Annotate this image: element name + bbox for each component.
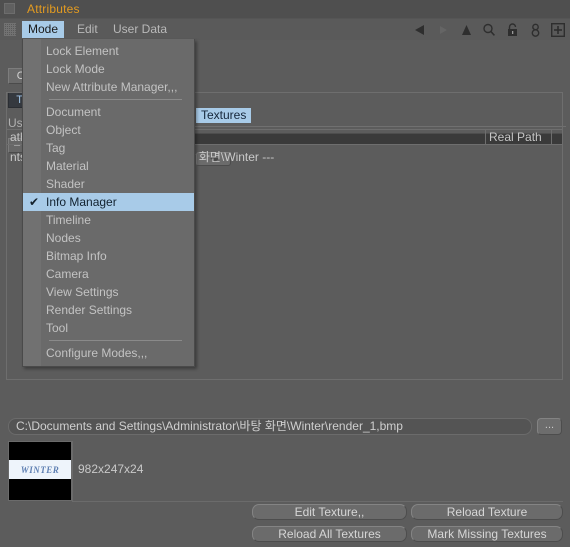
column-header-extra[interactable] [551,130,569,144]
menu-grip-icon[interactable] [4,23,16,36]
preview-image-band: WINTER [9,460,71,479]
menu-item-mode[interactable]: Mode [22,21,65,38]
menu-option-render-settings[interactable]: Render Settings [23,301,194,319]
path-bar: C:\Documents and Settings\Administrator\… [0,418,570,438]
menu-option-label: Info Manager [46,195,117,209]
check-icon: ✔ [29,195,40,209]
reload-texture-button[interactable]: Reload Texture [411,504,563,520]
texture-dimensions: 982x247x24 [78,462,144,476]
back-arrow-icon[interactable] [412,22,428,38]
mark-missing-textures-button[interactable]: Mark Missing Textures [411,526,563,542]
texture-preview[interactable]: WINTER [8,441,72,501]
menu-option-lock-mode[interactable]: Lock Mode [23,60,194,78]
menu-option-info-manager[interactable]: ✔ Info Manager [23,193,194,211]
title-bar: Attributes [0,0,570,19]
preview-divider [72,441,73,501]
menu-option-tag[interactable]: Tag [23,139,194,157]
lock-icon[interactable] [504,22,520,38]
menu-bar: Mode Edit User Data [0,19,570,41]
menu-option-material[interactable]: Material [23,157,194,175]
menu-option-configure-modes[interactable]: Configure Modes,,, [23,344,194,362]
person-icon[interactable] [527,22,543,38]
menu-option-view-settings[interactable]: View Settings [23,283,194,301]
toolbar-icon-group [412,21,566,38]
menu-option-document[interactable]: Document [23,103,194,121]
menu-option-object[interactable]: Object [23,121,194,139]
menu-separator [23,96,194,103]
reload-all-textures-button[interactable]: Reload All Textures [252,526,407,542]
edit-texture-button[interactable]: Edit Texture,, [252,504,407,520]
column-header-real-path[interactable]: Real Path [485,130,551,144]
window-grip-icon[interactable] [4,3,15,14]
menu-option-nodes[interactable]: Nodes [23,229,194,247]
texture-path-input[interactable]: C:\Documents and Settings\Administrator\… [8,418,532,435]
preview-watermark: WINTER [20,464,60,475]
preview-underline [72,501,563,502]
menu-item-edit[interactable]: Edit [71,21,104,38]
menu-option-timeline[interactable]: Timeline [23,211,194,229]
mode-dropdown-menu: Lock Element Lock Mode New Attribute Man… [22,39,195,367]
page-title: Attributes [27,2,80,16]
menu-option-new-attribute-manager[interactable]: New Attribute Manager,,, [23,78,194,96]
search-icon[interactable] [481,22,497,38]
menu-option-shader[interactable]: Shader [23,175,194,193]
menu-item-user-data[interactable]: User Data [107,21,173,38]
menu-option-camera[interactable]: Camera [23,265,194,283]
attributes-window: Attributes Mode Edit User Data O Us – Te… [0,0,570,547]
menu-option-lock-element[interactable]: Lock Element [23,42,194,60]
menu-separator [23,337,194,344]
menu-option-tool[interactable]: Tool [23,319,194,337]
menu-option-bitmap-info[interactable]: Bitmap Info [23,247,194,265]
browse-button[interactable]: ... [537,418,562,435]
up-arrow-icon[interactable] [458,22,474,38]
forward-arrow-icon[interactable] [435,22,451,38]
add-box-icon[interactable] [550,22,566,38]
